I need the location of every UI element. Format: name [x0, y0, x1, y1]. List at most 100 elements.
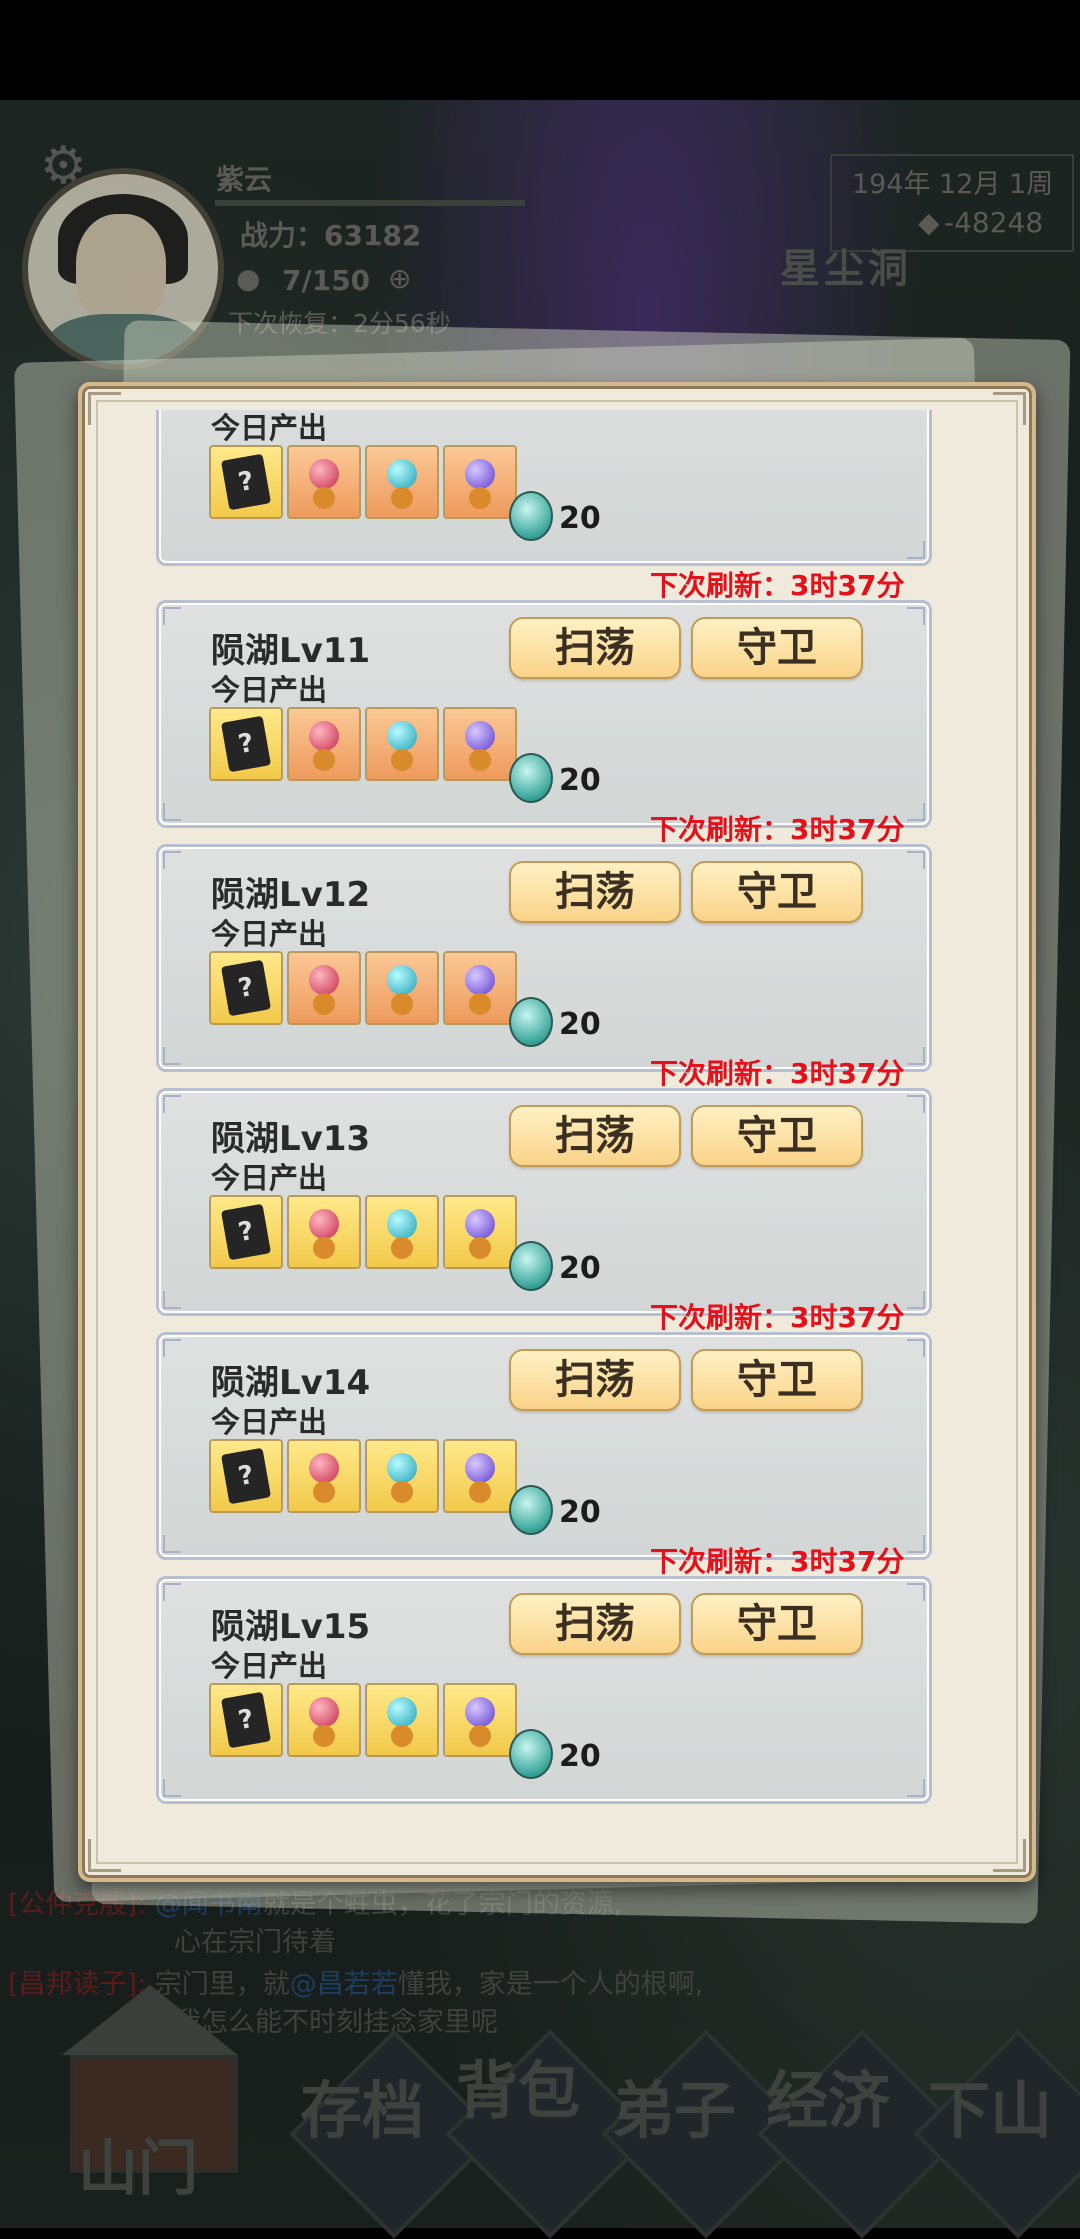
output-count: 20: [559, 501, 601, 536]
item-slot[interactable]: [443, 445, 517, 519]
sweep-button[interactable]: 扫荡: [509, 1105, 681, 1167]
cyan-gem-icon: [387, 1453, 417, 1483]
purple-gem-icon: [465, 1453, 495, 1483]
sweep-button[interactable]: 扫荡: [509, 1593, 681, 1655]
item-slot[interactable]: [443, 1683, 517, 1757]
cyan-gem-icon: [387, 1209, 417, 1239]
tassel-icon: [313, 749, 335, 771]
item-slot[interactable]: ?: [209, 707, 283, 781]
add-stamina-icon[interactable]: ⊕: [388, 262, 411, 295]
card-corner: [907, 1095, 925, 1113]
item-slot[interactable]: [287, 951, 361, 1025]
book-icon: ?: [220, 453, 272, 511]
item-slot[interactable]: ?: [209, 951, 283, 1025]
purple-gem-icon: [465, 459, 495, 489]
item-slot[interactable]: [287, 707, 361, 781]
gear-icon[interactable]: ⚙: [40, 136, 87, 196]
spirit-stone-icon: ◆: [918, 206, 940, 239]
dungeon-level: 陨湖Lv12: [211, 875, 371, 915]
avatar-face: [76, 214, 166, 324]
tassel-icon: [469, 749, 491, 771]
item-slot[interactable]: [287, 1195, 361, 1269]
item-slot[interactable]: ?: [209, 1195, 283, 1269]
guard-button[interactable]: 守卫: [691, 617, 863, 679]
book-icon: ?: [220, 959, 272, 1017]
chat-mention[interactable]: @昌若若: [290, 1969, 398, 2000]
tassel-icon: [469, 1481, 491, 1503]
book-icon: ?: [220, 715, 272, 773]
building-roof: [62, 1985, 238, 2055]
red-gem-icon: [309, 721, 339, 751]
today-output-label: 今日产出: [211, 917, 328, 951]
item-slot[interactable]: [287, 1683, 361, 1757]
nav-save-button[interactable]: 存档: [300, 2060, 424, 2150]
tassel-icon: [313, 1237, 335, 1259]
tassel-icon: [391, 1725, 413, 1747]
nav-bag-button[interactable]: 背包: [456, 2040, 580, 2130]
sweep-button[interactable]: 扫荡: [509, 617, 681, 679]
item-slot[interactable]: [443, 951, 517, 1025]
card-corner: [163, 851, 181, 869]
item-slot[interactable]: ?: [209, 1683, 283, 1757]
output-count: 20: [559, 763, 601, 798]
refresh-timer: 下次刷新：3时37分: [650, 813, 905, 846]
red-gem-icon: [309, 1453, 339, 1483]
card-corner: [163, 1095, 181, 1113]
item-slot[interactable]: [365, 1195, 439, 1269]
guard-button[interactable]: 守卫: [691, 1593, 863, 1655]
jade-icon: [509, 997, 553, 1047]
refresh-timer: 下次刷新：3时37分: [650, 1545, 905, 1578]
stamina-value: 7/150: [282, 264, 371, 297]
output-count: 20: [559, 1251, 601, 1286]
sweep-button[interactable]: 扫荡: [509, 861, 681, 923]
card-corner: [907, 607, 925, 625]
item-slot[interactable]: [443, 1195, 517, 1269]
item-slot[interactable]: [365, 445, 439, 519]
sweep-button[interactable]: 扫荡: [509, 1349, 681, 1411]
card-corner: [907, 541, 925, 559]
nav-economy-button[interactable]: 经济: [766, 2050, 890, 2140]
purple-gem-icon: [465, 965, 495, 995]
item-slot[interactable]: [365, 1683, 439, 1757]
card-corner: [907, 1583, 925, 1601]
combat-power: 战力：63182: [240, 219, 422, 252]
item-slot[interactable]: [443, 1439, 517, 1513]
card-corner: [907, 1339, 925, 1357]
tassel-icon: [469, 993, 491, 1015]
tassel-icon: [469, 1237, 491, 1259]
refresh-timer: 下次刷新：3时37分: [650, 569, 905, 602]
item-slot[interactable]: [365, 951, 439, 1025]
item-slot[interactable]: [443, 707, 517, 781]
item-slot[interactable]: ?: [209, 1439, 283, 1513]
nav-disciple-button[interactable]: 弟子: [612, 2060, 736, 2150]
refresh-timer: 下次刷新：3时37分: [650, 1057, 905, 1090]
stamina-icon: ●: [236, 262, 261, 295]
purple-gem-icon: [465, 721, 495, 751]
location-name: 星尘洞: [780, 246, 912, 292]
chat-text: 懂我，家是一个人的根啊,: [397, 1969, 704, 2000]
tassel-icon: [391, 1237, 413, 1259]
item-slot[interactable]: [365, 707, 439, 781]
dungeon-list[interactable]: 扫荡 守卫 今日产出 ? 20 下次刷新：3时37分 陨湖Lv11 今日产出 扫…: [78, 410, 1028, 1850]
nav-gate-label[interactable]: 山门: [78, 2120, 198, 2207]
guard-button[interactable]: 守卫: [691, 1105, 863, 1167]
player-name: 紫云: [216, 163, 273, 196]
item-slot[interactable]: ?: [209, 445, 283, 519]
guard-button[interactable]: 守卫: [691, 1349, 863, 1411]
cyan-gem-icon: [387, 1697, 417, 1727]
item-slot[interactable]: [287, 1439, 361, 1513]
item-slot[interactable]: [365, 1439, 439, 1513]
tassel-icon: [391, 993, 413, 1015]
cyan-gem-icon: [387, 965, 417, 995]
today-output-label: 今日产出: [211, 1161, 328, 1195]
tassel-icon: [313, 1725, 335, 1747]
status-bar: [0, 0, 1080, 100]
item-slot[interactable]: [287, 445, 361, 519]
jade-icon: [509, 753, 553, 803]
dungeon-card-lv12: 陨湖Lv12 今日产出 扫荡 守卫 ? 20: [156, 844, 932, 1072]
guard-button[interactable]: 守卫: [691, 861, 863, 923]
jade-icon: [509, 1729, 553, 1779]
nav-downhill-button[interactable]: 下山: [928, 2060, 1052, 2150]
name-underline: [215, 200, 525, 206]
red-gem-icon: [309, 1209, 339, 1239]
